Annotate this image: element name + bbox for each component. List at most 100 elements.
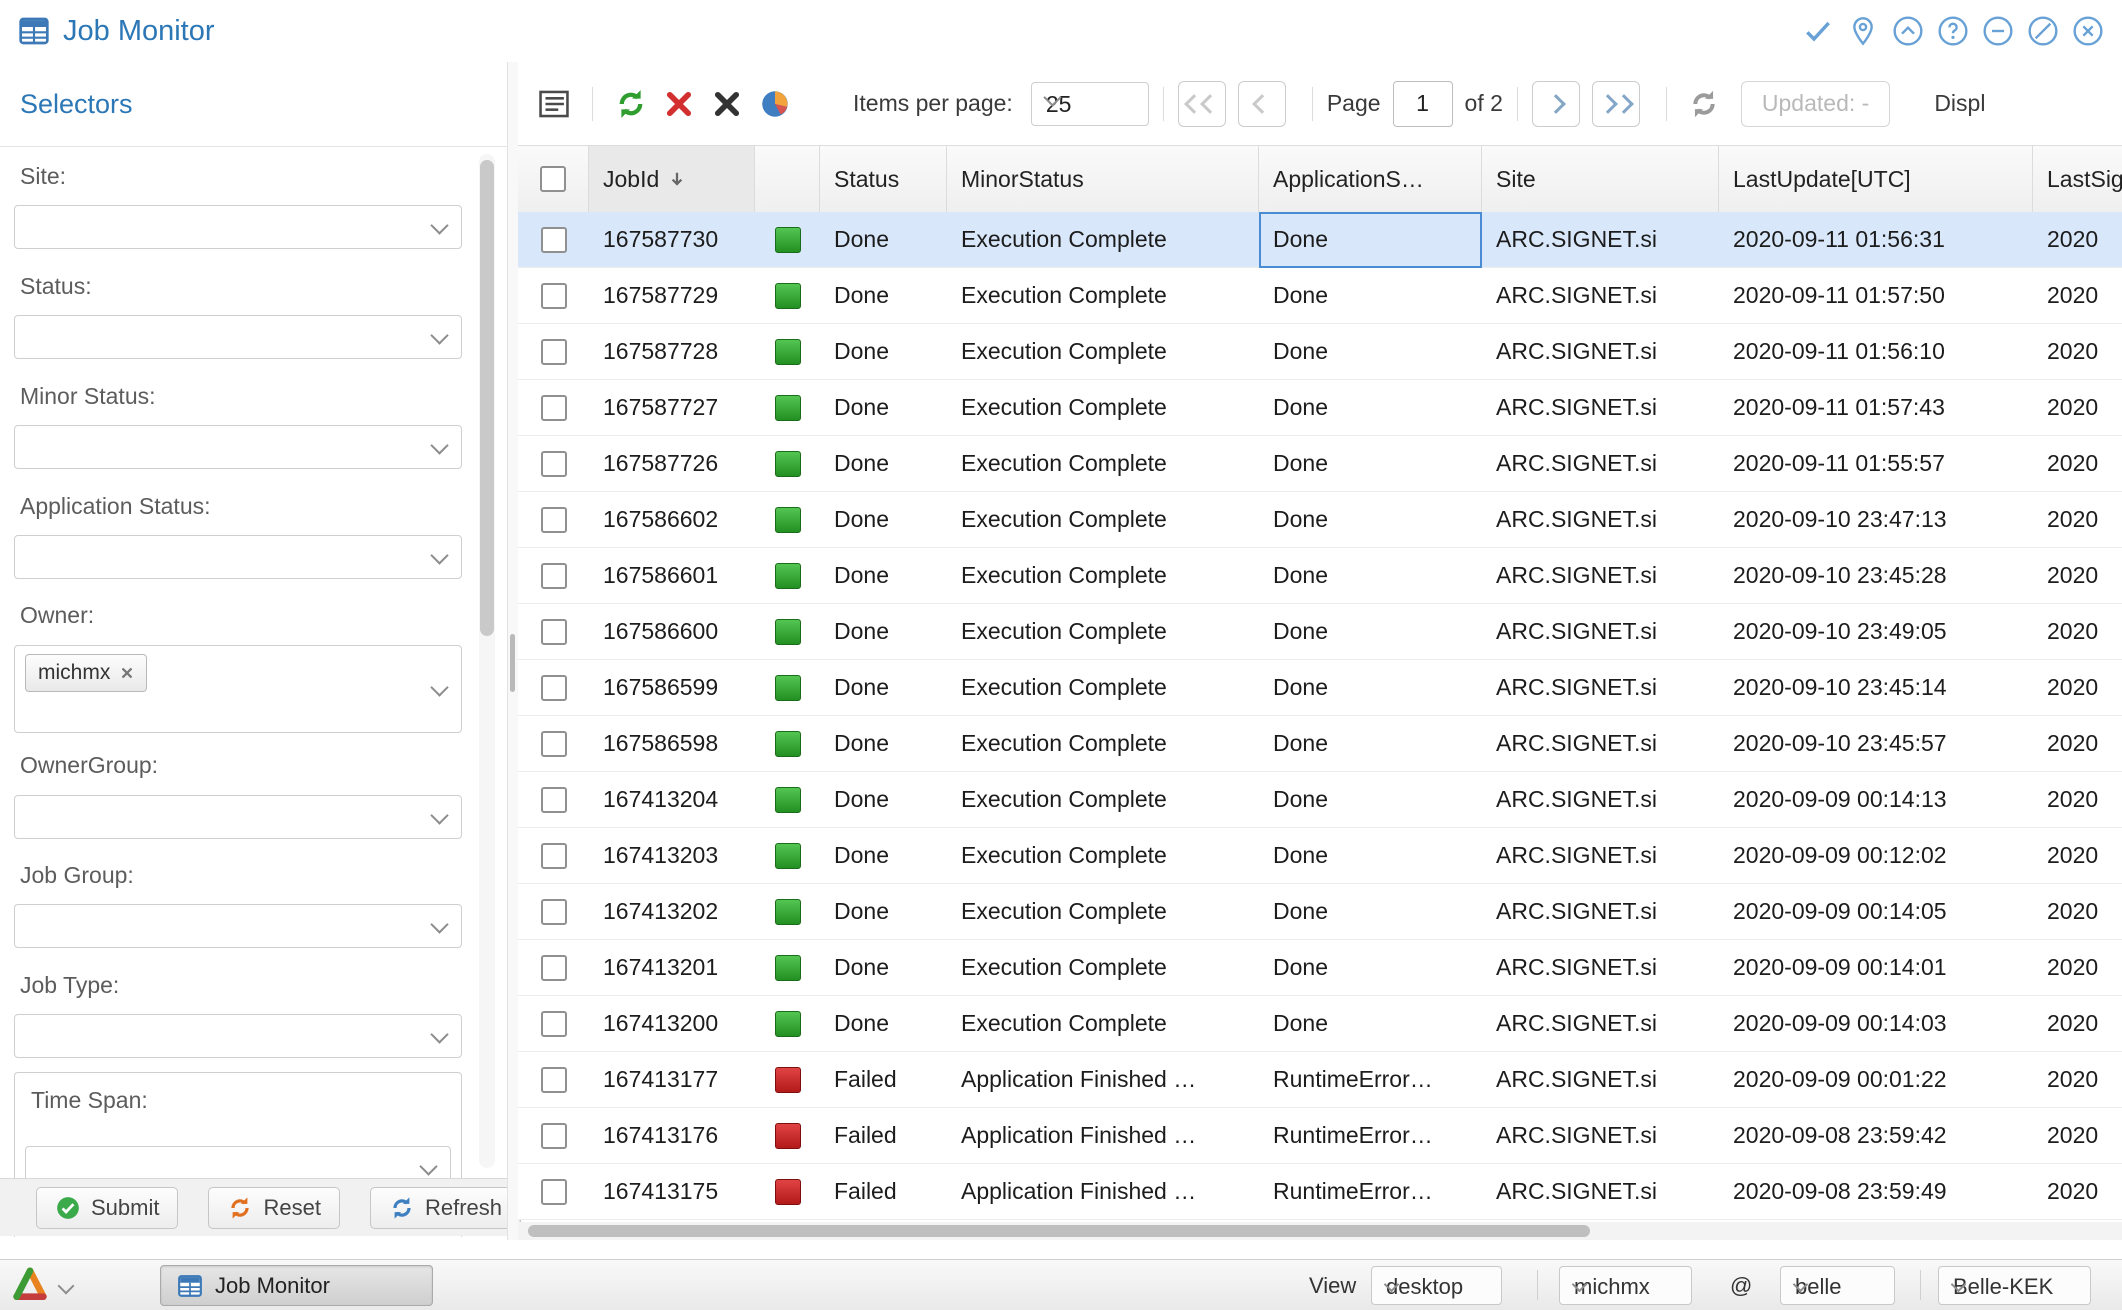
restore-icon[interactable]	[2027, 15, 2059, 47]
lastupdate-cell[interactable]: 2020-09-10 23:49:05	[1719, 604, 2033, 660]
lastupdate-cell[interactable]: 2020-09-11 01:56:10	[1719, 324, 2033, 380]
lastsignoflife-cell[interactable]: 2020	[2033, 324, 2122, 380]
table-row[interactable]: 167413175 Failed Application Finished … …	[518, 1164, 2122, 1220]
jobid-cell[interactable]: 167587730	[589, 212, 755, 268]
minorstatus-cell[interactable]: Execution Complete	[947, 548, 1259, 604]
lastupdate-cell[interactable]: 2020-09-11 01:57:50	[1719, 268, 2033, 324]
applicationstatus-cell[interactable]: Done	[1259, 604, 1482, 660]
applicationstatus-cell[interactable]: Done	[1259, 268, 1482, 324]
status-cell[interactable]: Done	[820, 212, 947, 268]
jobid-cell[interactable]: 167586601	[589, 548, 755, 604]
site-select[interactable]	[14, 205, 462, 249]
status-cell[interactable]: Done	[820, 884, 947, 940]
site-cell[interactable]: ARC.SIGNET.si	[1482, 1164, 1719, 1220]
column-header-status[interactable]: Status	[820, 146, 947, 212]
table-row[interactable]: 167413204 Done Execution Complete Done A…	[518, 772, 2122, 828]
lastsignoflife-cell[interactable]: 2020	[2033, 212, 2122, 268]
lastsignoflife-cell[interactable]: 2020	[2033, 828, 2122, 884]
minorstatus-cell[interactable]: Execution Complete	[947, 436, 1259, 492]
minorstatus-cell[interactable]: Execution Complete	[947, 716, 1259, 772]
status-cell[interactable]: Done	[820, 324, 947, 380]
status-cell[interactable]: Done	[820, 268, 947, 324]
lastsignoflife-cell[interactable]: 2020	[2033, 1164, 2122, 1220]
table-row[interactable]: 167587728 Done Execution Complete Done A…	[518, 324, 2122, 380]
site-cell[interactable]: ARC.SIGNET.si	[1482, 324, 1719, 380]
status-select[interactable]	[14, 315, 462, 359]
table-row[interactable]: 167586601 Done Execution Complete Done A…	[518, 548, 2122, 604]
column-header-minorstatus[interactable]: MinorStatus	[947, 146, 1259, 212]
job-type-select[interactable]	[14, 1014, 462, 1058]
table-row[interactable]: 167586600 Done Execution Complete Done A…	[518, 604, 2122, 660]
lastsignoflife-cell[interactable]: 2020	[2033, 548, 2122, 604]
applicationstatus-cell[interactable]: Done	[1259, 324, 1482, 380]
lastupdate-cell[interactable]: 2020-09-09 00:14:13	[1719, 772, 2033, 828]
minorstatus-cell[interactable]: Execution Complete	[947, 828, 1259, 884]
user-select[interactable]: michmx	[1559, 1266, 1692, 1305]
lastupdate-cell[interactable]: 2020-09-11 01:56:31	[1719, 212, 2033, 268]
kill-job-button[interactable]	[703, 80, 751, 128]
column-header-site[interactable]: Site	[1482, 146, 1719, 212]
applicationstatus-cell[interactable]: Done	[1259, 660, 1482, 716]
lastupdate-cell[interactable]: 2020-09-08 23:59:42	[1719, 1108, 2033, 1164]
status-cell[interactable]: Done	[820, 660, 947, 716]
status-cell[interactable]: Done	[820, 380, 947, 436]
lastsignoflife-cell[interactable]: 2020	[2033, 268, 2122, 324]
jobid-cell[interactable]: 167413204	[589, 772, 755, 828]
table-row[interactable]: 167586602 Done Execution Complete Done A…	[518, 492, 2122, 548]
lastupdate-cell[interactable]: 2020-09-09 00:14:03	[1719, 996, 2033, 1052]
table-row[interactable]: 167587730 Done Execution Complete Done A…	[518, 212, 2122, 268]
site-cell[interactable]: ARC.SIGNET.si	[1482, 884, 1719, 940]
status-cell[interactable]: Failed	[820, 1164, 947, 1220]
submit-button[interactable]: Submit	[36, 1187, 178, 1229]
group-select[interactable]: belle	[1780, 1266, 1895, 1305]
row-checkbox[interactable]	[541, 395, 567, 421]
lastsignoflife-cell[interactable]: 2020	[2033, 436, 2122, 492]
table-row[interactable]: 167413203 Done Execution Complete Done A…	[518, 828, 2122, 884]
applicationstatus-cell[interactable]: RuntimeError…	[1259, 1052, 1482, 1108]
minorstatus-cell[interactable]: Execution Complete	[947, 212, 1259, 268]
table-row[interactable]: 167587729 Done Execution Complete Done A…	[518, 268, 2122, 324]
row-checkbox[interactable]	[541, 451, 567, 477]
columns-menu-button[interactable]	[530, 80, 578, 128]
applicationstatus-cell[interactable]: Done	[1259, 772, 1482, 828]
site-cell[interactable]: ARC.SIGNET.si	[1482, 548, 1719, 604]
status-cell[interactable]: Done	[820, 548, 947, 604]
owner-tag[interactable]: michmx	[25, 654, 147, 692]
applicationstatus-cell[interactable]: Done	[1259, 380, 1482, 436]
row-checkbox[interactable]	[541, 227, 567, 253]
next-page-button[interactable]	[1532, 81, 1580, 127]
table-row[interactable]: 167587726 Done Execution Complete Done A…	[518, 436, 2122, 492]
table-row[interactable]: 167587727 Done Execution Complete Done A…	[518, 380, 2122, 436]
row-checkbox[interactable]	[541, 675, 567, 701]
column-header-jobid[interactable]: JobId	[589, 146, 755, 212]
remove-tag-icon[interactable]	[120, 666, 134, 680]
applicationstatus-cell[interactable]: Done	[1259, 716, 1482, 772]
select-all-checkbox[interactable]	[540, 166, 566, 192]
site-cell[interactable]: ARC.SIGNET.si	[1482, 940, 1719, 996]
table-row[interactable]: 167586599 Done Execution Complete Done A…	[518, 660, 2122, 716]
jobid-cell[interactable]: 167586598	[589, 716, 755, 772]
applicationstatus-cell[interactable]: Done	[1259, 436, 1482, 492]
jobid-cell[interactable]: 167587726	[589, 436, 755, 492]
status-cell[interactable]: Done	[820, 828, 947, 884]
site-cell[interactable]: ARC.SIGNET.si	[1482, 1108, 1719, 1164]
table-row[interactable]: 167413177 Failed Application Finished … …	[518, 1052, 2122, 1108]
application-status-select[interactable]	[14, 535, 462, 579]
site-cell[interactable]: ARC.SIGNET.si	[1482, 380, 1719, 436]
jobid-cell[interactable]: 167413203	[589, 828, 755, 884]
lastsignoflife-cell[interactable]: 2020	[2033, 604, 2122, 660]
minorstatus-cell[interactable]: Execution Complete	[947, 324, 1259, 380]
row-checkbox[interactable]	[541, 1067, 567, 1093]
start-menu-button[interactable]	[10, 1265, 52, 1307]
column-header-lastsignoflife[interactable]: LastSig	[2033, 146, 2122, 212]
jobid-cell[interactable]: 167586602	[589, 492, 755, 548]
help-icon[interactable]	[1937, 15, 1969, 47]
status-cell[interactable]: Done	[820, 716, 947, 772]
minorstatus-cell[interactable]: Execution Complete	[947, 492, 1259, 548]
status-cell[interactable]: Done	[820, 604, 947, 660]
sidebar-scrollbar-thumb[interactable]	[480, 160, 494, 636]
lastsignoflife-cell[interactable]: 2020	[2033, 940, 2122, 996]
lastupdate-cell[interactable]: 2020-09-10 23:45:28	[1719, 548, 2033, 604]
table-row[interactable]: 167413200 Done Execution Complete Done A…	[518, 996, 2122, 1052]
horizontal-scrollbar-thumb[interactable]	[528, 1225, 1590, 1237]
